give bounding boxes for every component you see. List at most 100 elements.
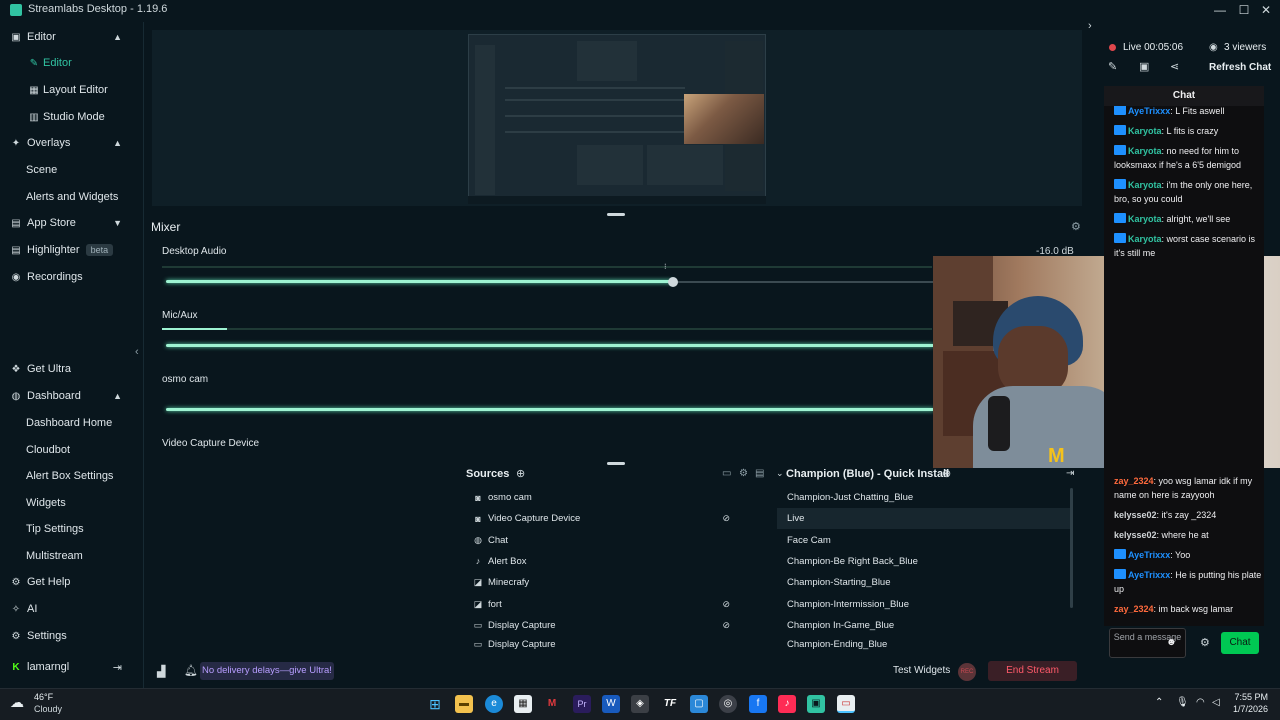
chat-settings-gear-icon[interactable]: ⚙ bbox=[1200, 636, 1210, 649]
sidebar-item-settings[interactable]: ⚙ Settings bbox=[0, 624, 134, 648]
tf-app-icon[interactable]: TF bbox=[661, 695, 679, 713]
collection-chevron-down-icon[interactable]: ⌄ bbox=[776, 468, 784, 479]
sidebar-item-cloudbot[interactable]: Cloudbot bbox=[0, 438, 134, 462]
scene-item[interactable]: Champion-Ending_Blue bbox=[777, 636, 1070, 652]
volume-icon[interactable]: ◁ bbox=[1212, 697, 1220, 708]
scene-item[interactable]: Champion-Intermission_Blue bbox=[777, 594, 1070, 615]
scenes-scrollbar[interactable] bbox=[1070, 488, 1073, 608]
chat-send-button[interactable]: Chat bbox=[1221, 632, 1259, 654]
weather-temperature[interactable]: 46°F bbox=[34, 692, 53, 702]
osmo-cam-volume-slider[interactable] bbox=[166, 408, 934, 411]
chat-username[interactable]: Karyota bbox=[1128, 146, 1162, 156]
sidebar-item-get-help[interactable]: ⚙ Get Help bbox=[0, 570, 134, 594]
chat-username[interactable]: AyeTrixxx bbox=[1128, 106, 1170, 116]
source-item[interactable]: ◙ osmo cam bbox=[468, 487, 762, 508]
collapse-sidebar-chevron-icon[interactable]: ‹ bbox=[135, 346, 139, 358]
ultra-promo-banner[interactable]: No delivery delays—give Ultra! bbox=[200, 662, 334, 680]
chat-username[interactable]: AyeTrixxx bbox=[1128, 550, 1170, 560]
source-item[interactable]: ◪ fort ⊘ bbox=[468, 594, 762, 615]
sidebar-item-app-store[interactable]: ▤ App Store ▼ bbox=[0, 211, 134, 235]
wifi-icon[interactable]: ◠ bbox=[1196, 697, 1205, 708]
chat-username[interactable]: Karyota bbox=[1128, 126, 1162, 136]
tiktok-icon[interactable]: ♪ bbox=[778, 695, 796, 713]
source-item[interactable]: ♪ Alert Box bbox=[468, 551, 762, 572]
resize-handle[interactable] bbox=[607, 462, 625, 465]
performance-stats-icon[interactable]: ▟ bbox=[157, 665, 165, 678]
scene-item[interactable]: Champion In-Game_Blue bbox=[777, 615, 1070, 636]
source-item[interactable]: ◍ Chat bbox=[468, 530, 762, 551]
desktop-audio-volume-slider[interactable] bbox=[166, 280, 673, 283]
logout-icon[interactable]: ⇥ bbox=[113, 661, 122, 674]
chat-username[interactable]: zay_2324 bbox=[1114, 476, 1154, 486]
close-button[interactable]: ✕ bbox=[1258, 2, 1274, 18]
scene-collection-title[interactable]: Champion (Blue) - Quick Install bbox=[786, 468, 949, 480]
scene-item[interactable]: Live bbox=[777, 508, 1070, 530]
editor-app-icon[interactable]: ▢ bbox=[690, 695, 708, 713]
chat-username[interactable]: zay_2324 bbox=[1114, 604, 1154, 614]
sidebar-item-highlighter[interactable]: ▤ Highlighter beta bbox=[0, 238, 134, 262]
sidebar-item-widgets[interactable]: Widgets bbox=[0, 491, 134, 515]
hidden-eye-icon[interactable]: ⊘ bbox=[722, 599, 730, 610]
sidebar-item-get-ultra[interactable]: ❖ Get Ultra bbox=[0, 357, 134, 381]
edit-stream-info-pencil-icon[interactable]: ✎ bbox=[1108, 60, 1117, 73]
resize-handle[interactable] bbox=[607, 213, 625, 216]
tray-chevron-up-icon[interactable]: ⌃ bbox=[1155, 697, 1163, 708]
streamlabs-taskbar-icon[interactable]: ▣ bbox=[807, 695, 825, 713]
source-item[interactable]: ◪ Minecrafy bbox=[468, 572, 762, 593]
scene-item[interactable]: Champion-Be Right Back_Blue bbox=[777, 551, 1070, 572]
sidebar-item-alerts-widgets[interactable]: Alerts and Widgets bbox=[0, 185, 134, 209]
share-icon[interactable]: ⋖ bbox=[1170, 60, 1179, 73]
desktop-audio-slider-handle[interactable] bbox=[668, 277, 678, 287]
scene-transition-icon[interactable]: ⇥ bbox=[1066, 468, 1074, 479]
active-window-icon[interactable]: ▭ bbox=[837, 695, 855, 713]
hidden-eye-icon[interactable]: ⊘ bbox=[722, 513, 730, 524]
chat-username[interactable]: kelysse02 bbox=[1114, 530, 1157, 540]
file-explorer-icon[interactable]: ▬ bbox=[455, 695, 473, 713]
chat-username[interactable]: Karyota bbox=[1128, 180, 1162, 190]
davinci-resolve-icon[interactable]: ◈ bbox=[631, 695, 649, 713]
microphone-icon[interactable]: 🎙︎ bbox=[1176, 697, 1189, 708]
source-item[interactable]: ▭ Display Capture ⊘ bbox=[468, 615, 762, 636]
clock-date[interactable]: 1/7/2026 bbox=[1228, 704, 1268, 714]
obs-icon[interactable]: ◎ bbox=[719, 695, 737, 713]
sidebar-item-ai[interactable]: ✧ AI bbox=[0, 597, 134, 621]
sidebar-item-scene[interactable]: Scene bbox=[0, 158, 134, 182]
scene-item[interactable]: Champion-Just Chatting_Blue bbox=[777, 487, 1070, 508]
sidebar-item-tip-settings[interactable]: Tip Settings bbox=[0, 517, 134, 541]
sidebar-item-dashboard-home[interactable]: Dashboard Home bbox=[0, 411, 134, 435]
edge-browser-icon[interactable]: e bbox=[485, 695, 503, 713]
sidebar-item-editor-group[interactable]: ▣ Editor ▲ bbox=[0, 25, 134, 49]
sidebar-item-alert-box-settings[interactable]: Alert Box Settings bbox=[0, 464, 134, 488]
end-stream-button[interactable]: End Stream bbox=[988, 661, 1077, 681]
sidebar-item-editor[interactable]: ✎ Editor bbox=[0, 51, 134, 75]
test-widgets-button[interactable]: Test Widgets bbox=[893, 665, 950, 676]
emote-picker-icon[interactable]: ☻ bbox=[1166, 637, 1177, 648]
sidebar-item-dashboard[interactable]: ◍ Dashboard ▲ bbox=[0, 384, 134, 408]
notifications-bell-icon[interactable]: 🔔︎ bbox=[184, 664, 198, 677]
minimize-button[interactable]: — bbox=[1212, 2, 1228, 18]
mcafee-icon[interactable]: M bbox=[543, 695, 561, 713]
chat-username[interactable]: Karyota bbox=[1128, 234, 1162, 244]
chat-username[interactable]: Karyota bbox=[1128, 214, 1162, 224]
premiere-pro-icon[interactable]: Pr bbox=[573, 695, 591, 713]
record-button[interactable]: REC bbox=[958, 663, 976, 681]
scene-item[interactable]: Face Cam bbox=[777, 530, 1070, 551]
refresh-chat-button[interactable]: Refresh Chat bbox=[1209, 62, 1271, 73]
hidden-eye-icon[interactable]: ⊘ bbox=[722, 620, 730, 631]
source-item[interactable]: ▭ Display Capture bbox=[468, 636, 762, 652]
source-folder-icon[interactable]: ▤ bbox=[755, 468, 764, 479]
chat-username[interactable]: kelysse02 bbox=[1114, 510, 1157, 520]
source-group-icon[interactable]: ▭ bbox=[722, 468, 731, 479]
sidebar-item-overlays[interactable]: ✦ Overlays ▲ bbox=[0, 131, 134, 155]
mixer-settings-gear-icon[interactable]: ⚙ bbox=[1071, 220, 1081, 233]
maximize-button[interactable]: ☐ bbox=[1236, 2, 1252, 18]
sidebar-item-account[interactable]: Klamarngl ⇥ bbox=[0, 655, 134, 679]
stream-info-icon[interactable]: ▣ bbox=[1139, 60, 1149, 73]
expand-chat-chevron-icon[interactable]: › bbox=[1088, 20, 1092, 32]
chat-username[interactable]: AyeTrixxx bbox=[1128, 570, 1170, 580]
mic-aux-volume-slider[interactable] bbox=[166, 344, 934, 347]
scene-item[interactable]: Champion-Starting_Blue bbox=[777, 572, 1070, 593]
source-item[interactable]: ◙ Video Capture Device ⊘ bbox=[468, 508, 762, 529]
sidebar-item-layout-editor[interactable]: ▦ Layout Editor bbox=[0, 78, 134, 102]
facebook-icon[interactable]: f bbox=[749, 695, 767, 713]
